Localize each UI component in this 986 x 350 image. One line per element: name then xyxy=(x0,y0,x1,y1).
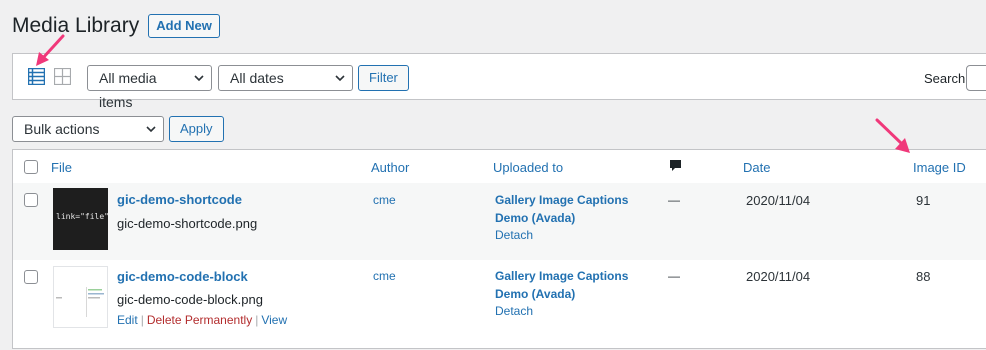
bulk-actions-select[interactable]: Bulk actions xyxy=(12,116,164,142)
comments-count: — xyxy=(668,269,680,283)
chevron-down-icon xyxy=(146,126,156,133)
uploaded-to-line1: Gallery Image Captions xyxy=(495,269,629,283)
add-new-button[interactable]: Add New xyxy=(148,14,220,38)
row-checkbox[interactable] xyxy=(24,270,38,284)
author-link[interactable]: cme xyxy=(373,193,396,207)
separator: | xyxy=(140,313,144,327)
file-name: gic-demo-code-block.png xyxy=(117,292,263,307)
bulk-actions-value: Bulk actions xyxy=(24,121,100,137)
date-value: All dates xyxy=(230,70,284,86)
detach-link[interactable]: Detach xyxy=(495,228,533,242)
annotation-arrow-icon xyxy=(875,118,910,153)
uploaded-to-link[interactable]: Gallery Image Captions Demo (Avada) xyxy=(495,191,645,227)
date-value: 2020/11/04 xyxy=(746,193,811,208)
author-link[interactable]: cme xyxy=(373,269,396,283)
thumbnail-image[interactable] xyxy=(53,266,108,328)
uploaded-to-line1: Gallery Image Captions xyxy=(495,193,629,207)
column-image-id[interactable]: Image ID xyxy=(913,160,966,175)
table-row: link="file" gic-demo-shortcode gic-demo-… xyxy=(13,183,986,260)
table-row: gic-demo-code-block gic-demo-code-block.… xyxy=(13,260,986,350)
chevron-down-icon xyxy=(335,75,345,82)
column-author: Author xyxy=(371,160,410,175)
thumbnail-image[interactable]: link="file" xyxy=(53,188,109,250)
detach-link[interactable]: Detach xyxy=(495,304,533,318)
comments-count: — xyxy=(668,193,680,207)
thumbnail-text: link="file" xyxy=(56,212,109,221)
file-title-link[interactable]: gic-demo-code-block xyxy=(117,269,248,284)
media-type-value: All media items xyxy=(99,70,157,110)
column-date[interactable]: Date xyxy=(743,160,770,175)
uploaded-to-link[interactable]: Gallery Image Captions Demo (Avada) xyxy=(495,267,645,303)
media-table: File Author Uploaded to Date Image ID li… xyxy=(12,149,986,349)
edit-link[interactable]: Edit xyxy=(117,313,138,327)
table-header: File Author Uploaded to Date Image ID xyxy=(13,150,986,184)
separator: | xyxy=(255,313,259,327)
annotation-arrow-icon xyxy=(36,34,65,66)
file-title-link[interactable]: gic-demo-shortcode xyxy=(117,192,242,207)
view-link[interactable]: View xyxy=(261,313,287,327)
media-filter-bar: All media items All dates Filter Search xyxy=(12,53,986,110)
apply-button[interactable]: Apply xyxy=(169,116,224,142)
filter-button[interactable]: Filter xyxy=(358,65,409,91)
select-all-checkbox[interactable] xyxy=(24,160,38,174)
uploaded-to-line2: Demo (Avada) xyxy=(495,287,576,301)
uploaded-to-line2: Demo (Avada) xyxy=(495,211,576,225)
chevron-down-icon xyxy=(194,75,204,82)
column-uploaded-to[interactable]: Uploaded to xyxy=(493,160,563,175)
date-value: 2020/11/04 xyxy=(746,269,811,284)
row-actions: Edit | Delete Permanently | View xyxy=(117,313,287,327)
delete-permanently-link[interactable]: Delete Permanently xyxy=(147,313,252,327)
row-checkbox[interactable] xyxy=(24,193,38,207)
search-label: Search xyxy=(924,71,966,86)
file-name: gic-demo-shortcode.png xyxy=(117,216,258,231)
image-id-value: 88 xyxy=(916,269,931,284)
comment-bubble-icon[interactable] xyxy=(669,159,682,173)
column-file[interactable]: File xyxy=(51,160,72,175)
code-preview-graphic xyxy=(56,287,104,317)
search-input[interactable] xyxy=(966,65,986,91)
date-select[interactable]: All dates xyxy=(218,65,353,91)
media-type-select[interactable]: All media items xyxy=(87,65,212,110)
image-id-value: 91 xyxy=(916,193,931,208)
